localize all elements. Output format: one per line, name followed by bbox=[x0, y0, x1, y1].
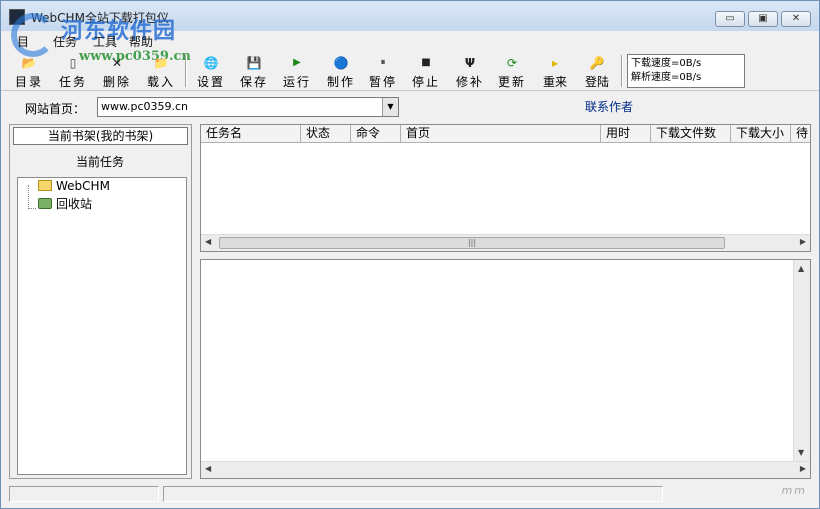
scroll-down-icon[interactable]: ▼ bbox=[798, 448, 804, 457]
homepage-label: 网站首页： bbox=[25, 102, 86, 116]
toolbar-separator bbox=[621, 55, 623, 87]
update-button[interactable]: ⟳ 更新 bbox=[492, 53, 532, 89]
pause-icon: ⏸ bbox=[380, 57, 386, 68]
homepage-url-combobox[interactable]: www.pc0359.cn ▼ bbox=[97, 97, 399, 117]
restart-arrow-icon: ▸ bbox=[551, 56, 559, 70]
load-button[interactable]: 📁 载入 bbox=[141, 53, 181, 89]
close-button[interactable]: ✕ bbox=[781, 11, 811, 27]
toolbar-separator bbox=[185, 55, 187, 87]
column-header-pending[interactable]: 待 bbox=[791, 125, 810, 143]
save-disk-icon: 💾 bbox=[246, 56, 262, 70]
delete-button[interactable]: ✕ 删除 bbox=[97, 53, 137, 89]
recycle-bin-icon bbox=[38, 198, 52, 209]
status-cell-2 bbox=[163, 486, 663, 502]
status-bar: ⅿⅿ bbox=[1, 484, 819, 508]
make-button[interactable]: 🔵 制作 bbox=[321, 53, 361, 89]
download-speed: 下载速度=0B/s bbox=[631, 58, 702, 69]
repair-button[interactable]: Ψ 修补 bbox=[450, 53, 490, 89]
load-folder-icon: 📁 bbox=[153, 56, 169, 70]
stop-icon: ■ bbox=[421, 57, 431, 68]
maximize-button[interactable]: ▣ bbox=[748, 11, 778, 27]
login-key-icon: 🔑 bbox=[589, 56, 605, 70]
settings-button[interactable]: 🌐 设置 bbox=[191, 53, 231, 89]
bookshelf-panel: 当前书架(我的书架) 当前任务 WebCHM 回收站 bbox=[9, 124, 192, 479]
bookshelf-button[interactable]: 当前书架(我的书架) bbox=[13, 127, 188, 145]
log-vscrollbar[interactable]: ▲ ▼ bbox=[793, 260, 810, 461]
task-button[interactable]: ▯ 任务 bbox=[53, 53, 93, 89]
play-icon: ▶ bbox=[293, 57, 301, 68]
scroll-right-icon[interactable]: ▶ bbox=[800, 464, 806, 473]
scroll-right-icon[interactable]: ▶ bbox=[800, 237, 806, 246]
pause-button[interactable]: ⏸ 暂停 bbox=[363, 53, 403, 89]
scroll-left-icon[interactable]: ◀ bbox=[205, 464, 211, 473]
column-header-download-size[interactable]: 下载大小 bbox=[731, 125, 791, 143]
scroll-up-icon[interactable]: ▲ bbox=[798, 264, 804, 273]
app-window: WebCHM全站下载打包仪 河东软件园 ▭ ▣ ✕ 目 任务 工具 帮助 www… bbox=[0, 0, 820, 509]
column-header-task-name[interactable]: 任务名 bbox=[201, 125, 301, 143]
task-table-hscrollbar[interactable]: ◀ ||| ▶ bbox=[201, 234, 810, 251]
tree-item-recycle-bin[interactable]: 回收站 bbox=[38, 195, 92, 212]
repair-tool-icon: Ψ bbox=[464, 56, 476, 70]
document-icon: ▯ bbox=[69, 56, 77, 70]
globe-icon: 🌐 bbox=[203, 56, 219, 70]
task-list-table[interactable]: 任务名 状态 命令 首页 用时 下载文件数 下载大小 待 ◀ ||| ▶ bbox=[200, 124, 811, 252]
directory-button[interactable]: 📂 目录 bbox=[9, 53, 49, 89]
contact-author-link[interactable]: 联系作者 bbox=[585, 98, 633, 115]
column-header-file-count[interactable]: 下载文件数 bbox=[651, 125, 731, 143]
scrollbar-thumb[interactable]: ||| bbox=[219, 237, 725, 249]
column-header-command[interactable]: 命令 bbox=[351, 125, 401, 143]
corner-watermark: ⅿⅿ bbox=[781, 484, 807, 497]
refresh-icon: ⟳ bbox=[506, 56, 518, 70]
scroll-left-icon[interactable]: ◀ bbox=[205, 237, 211, 246]
tree-item-webchm[interactable]: WebCHM bbox=[38, 179, 110, 193]
folder-icon: 📂 bbox=[21, 56, 37, 70]
menu-item-directory[interactable]: 目 bbox=[17, 33, 29, 50]
run-button[interactable]: ▶ 运行 bbox=[277, 53, 317, 89]
homepage-url-value: www.pc0359.cn bbox=[101, 100, 189, 113]
tree-connector bbox=[28, 185, 36, 209]
minimize-button[interactable]: ▭ bbox=[715, 11, 745, 27]
folder-icon bbox=[38, 180, 52, 191]
speed-display: 下载速度=0B/s 解析速度=0B/s bbox=[627, 54, 745, 88]
menu-bar: 目 任务 工具 帮助 bbox=[1, 31, 819, 51]
login-button[interactable]: 🔑 登陆 bbox=[579, 53, 615, 89]
task-tree[interactable]: WebCHM 回收站 bbox=[17, 177, 187, 475]
menu-item-tools[interactable]: 工具 bbox=[93, 33, 117, 50]
column-header-elapsed[interactable]: 用时 bbox=[601, 125, 651, 143]
column-header-status[interactable]: 状态 bbox=[301, 125, 351, 143]
title-bar[interactable]: WebCHM全站下载打包仪 河东软件园 ▭ ▣ ✕ bbox=[1, 1, 819, 57]
current-task-label: 当前任务 bbox=[76, 155, 125, 169]
restart-button[interactable]: ▸ 重来 bbox=[537, 53, 573, 89]
column-header-homepage[interactable]: 首页 bbox=[401, 125, 601, 143]
delete-x-icon: ✕ bbox=[111, 56, 123, 70]
save-button[interactable]: 💾 保存 bbox=[234, 53, 274, 89]
log-output-area[interactable]: ▲ ▼ ◀ ▶ bbox=[200, 259, 811, 479]
stop-button[interactable]: ■ 停止 bbox=[406, 53, 446, 89]
menu-item-help[interactable]: 帮助 bbox=[129, 33, 153, 50]
menu-item-task[interactable]: 任务 bbox=[53, 33, 77, 50]
status-cell-1 bbox=[9, 486, 159, 502]
chevron-down-icon[interactable]: ▼ bbox=[382, 98, 398, 116]
parse-speed: 解析速度=0B/s bbox=[631, 72, 702, 83]
make-icon: 🔵 bbox=[333, 56, 349, 70]
log-hscrollbar[interactable]: ◀ ▶ bbox=[201, 461, 810, 478]
